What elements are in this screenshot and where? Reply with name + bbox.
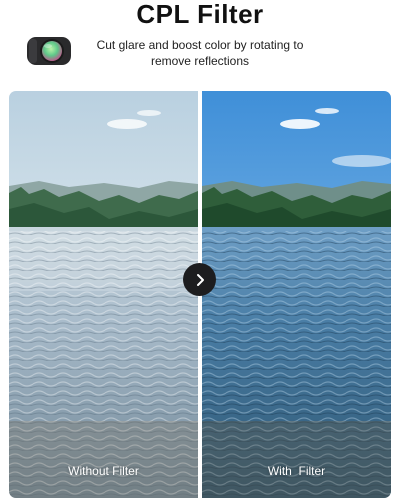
lens-filter-icon: [26, 34, 72, 68]
with-filter-label: With Filter: [267, 464, 326, 478]
page-title: CPL Filter: [136, 0, 264, 29]
with-filter-image: With Filter: [202, 91, 391, 498]
without-filter-image: Without Filter: [9, 91, 198, 498]
without-filter-label: Without Filter: [68, 464, 139, 478]
subtitle: Cut glare and boost color by rotating to…: [96, 38, 304, 68]
compare-slider-button[interactable]: [183, 263, 216, 296]
chevron-right-icon: [196, 273, 204, 286]
